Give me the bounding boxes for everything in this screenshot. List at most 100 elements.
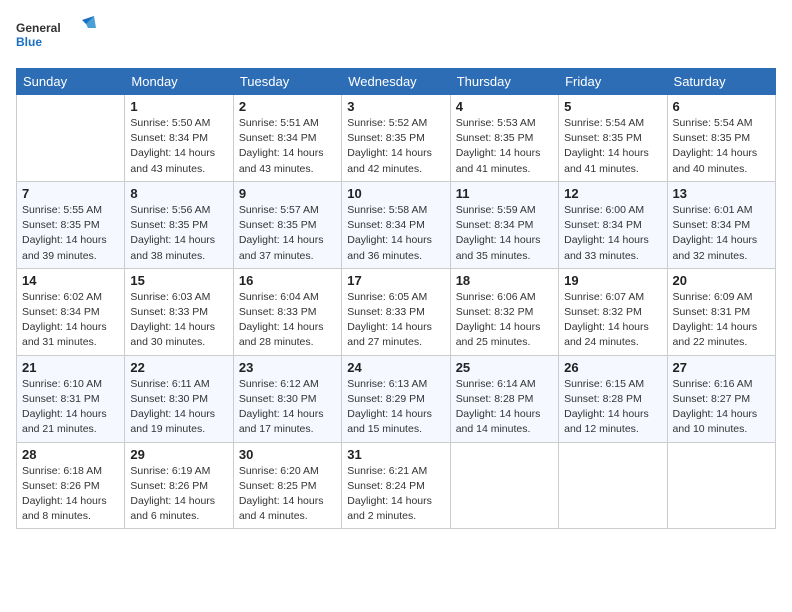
day-info: Sunrise: 6:14 AM Sunset: 8:28 PM Dayligh…: [456, 377, 553, 438]
day-number: 18: [456, 273, 553, 288]
calendar-cell: 13 Sunrise: 6:01 AM Sunset: 8:34 PM Dayli…: [667, 181, 775, 268]
day-number: 31: [347, 447, 444, 462]
day-info: Sunrise: 6:11 AM Sunset: 8:30 PM Dayligh…: [130, 377, 227, 438]
day-info: Sunrise: 6:19 AM Sunset: 8:26 PM Dayligh…: [130, 464, 227, 525]
day-number: 7: [22, 186, 119, 201]
calendar-cell: 3 Sunrise: 5:52 AM Sunset: 8:35 PM Daylig…: [342, 95, 450, 182]
calendar-cell: 11 Sunrise: 5:59 AM Sunset: 8:34 PM Dayli…: [450, 181, 558, 268]
weekday-header-tuesday: Tuesday: [233, 69, 341, 95]
day-number: 24: [347, 360, 444, 375]
calendar-week-3: 14Sunrise: 6:02 AM Sunset: 8:34 PM Dayli…: [17, 268, 776, 355]
calendar-cell: 1Sunrise: 5:50 AM Sunset: 8:34 PM Daylig…: [125, 95, 233, 182]
day-info: Sunrise: 6:04 AM Sunset: 8:33 PM Dayligh…: [239, 290, 336, 351]
calendar-cell: 24 Sunrise: 6:13 AM Sunset: 8:29 PM Dayli…: [342, 355, 450, 442]
svg-text:Blue: Blue: [16, 35, 42, 49]
day-number: 23: [239, 360, 336, 375]
weekday-header-sunday: Sunday: [17, 69, 125, 95]
day-info: Sunrise: 6:01 AM Sunset: 8:34 PM Dayligh…: [673, 203, 770, 264]
day-info: Sunrise: 5:56 AM Sunset: 8:35 PM Dayligh…: [130, 203, 227, 264]
calendar-cell: 23 Sunrise: 6:12 AM Sunset: 8:30 PM Dayli…: [233, 355, 341, 442]
logo: General Blue: [16, 16, 96, 56]
day-info: Sunrise: 6:02 AM Sunset: 8:34 PM Dayligh…: [22, 290, 119, 351]
day-info: Sunrise: 5:59 AM Sunset: 8:34 PM Dayligh…: [456, 203, 553, 264]
day-number: 4: [456, 99, 553, 114]
calendar-cell: 22 Sunrise: 6:11 AM Sunset: 8:30 PM Dayli…: [125, 355, 233, 442]
day-number: 16: [239, 273, 336, 288]
day-info: Sunrise: 5:54 AM Sunset: 8:35 PM Dayligh…: [564, 116, 661, 177]
day-number: 6: [673, 99, 770, 114]
day-info: Sunrise: 6:21 AM Sunset: 8:24 PM Dayligh…: [347, 464, 444, 525]
day-info: Sunrise: 6:18 AM Sunset: 8:26 PM Dayligh…: [22, 464, 119, 525]
calendar-cell: 21 Sunrise: 6:10 AM Sunset: 8:31 PM Dayli…: [17, 355, 125, 442]
day-info: Sunrise: 6:12 AM Sunset: 8:30 PM Dayligh…: [239, 377, 336, 438]
day-info: Sunrise: 5:54 AM Sunset: 8:35 PM Dayligh…: [673, 116, 770, 177]
logo-icon: General Blue: [16, 16, 96, 56]
day-info: Sunrise: 5:52 AM Sunset: 8:35 PM Dayligh…: [347, 116, 444, 177]
day-info: Sunrise: 6:09 AM Sunset: 8:31 PM Dayligh…: [673, 290, 770, 351]
calendar-cell: 31 Sunrise: 6:21 AM Sunset: 8:24 PM Dayli…: [342, 442, 450, 529]
day-number: 11: [456, 186, 553, 201]
day-info: Sunrise: 6:07 AM Sunset: 8:32 PM Dayligh…: [564, 290, 661, 351]
day-number: 8: [130, 186, 227, 201]
weekday-header-wednesday: Wednesday: [342, 69, 450, 95]
calendar-cell: 15 Sunrise: 6:03 AM Sunset: 8:33 PM Dayli…: [125, 268, 233, 355]
day-number: 3: [347, 99, 444, 114]
calendar-cell: 9 Sunrise: 5:57 AM Sunset: 8:35 PM Daylig…: [233, 181, 341, 268]
day-number: 20: [673, 273, 770, 288]
calendar-cell: 20 Sunrise: 6:09 AM Sunset: 8:31 PM Dayli…: [667, 268, 775, 355]
calendar-week-5: 28 Sunrise: 6:18 AM Sunset: 8:26 PM Dayli…: [17, 442, 776, 529]
calendar-week-4: 21 Sunrise: 6:10 AM Sunset: 8:31 PM Dayli…: [17, 355, 776, 442]
calendar-cell: 6 Sunrise: 5:54 AM Sunset: 8:35 PM Daylig…: [667, 95, 775, 182]
day-info: Sunrise: 6:15 AM Sunset: 8:28 PM Dayligh…: [564, 377, 661, 438]
calendar-cell: [17, 95, 125, 182]
calendar-cell: 12Sunrise: 6:00 AM Sunset: 8:34 PM Dayli…: [559, 181, 667, 268]
weekday-header-saturday: Saturday: [667, 69, 775, 95]
day-number: 17: [347, 273, 444, 288]
day-number: 27: [673, 360, 770, 375]
weekday-header-thursday: Thursday: [450, 69, 558, 95]
day-info: Sunrise: 5:57 AM Sunset: 8:35 PM Dayligh…: [239, 203, 336, 264]
page-header: General Blue: [16, 16, 776, 56]
day-number: 5: [564, 99, 661, 114]
calendar-cell: 27Sunrise: 6:16 AM Sunset: 8:27 PM Dayli…: [667, 355, 775, 442]
day-info: Sunrise: 5:51 AM Sunset: 8:34 PM Dayligh…: [239, 116, 336, 177]
day-info: Sunrise: 5:53 AM Sunset: 8:35 PM Dayligh…: [456, 116, 553, 177]
day-info: Sunrise: 5:58 AM Sunset: 8:34 PM Dayligh…: [347, 203, 444, 264]
calendar-cell: 17 Sunrise: 6:05 AM Sunset: 8:33 PM Dayli…: [342, 268, 450, 355]
calendar-cell: [559, 442, 667, 529]
calendar-cell: 2Sunrise: 5:51 AM Sunset: 8:34 PM Daylig…: [233, 95, 341, 182]
day-number: 30: [239, 447, 336, 462]
day-info: Sunrise: 5:50 AM Sunset: 8:34 PM Dayligh…: [130, 116, 227, 177]
calendar-cell: 4 Sunrise: 5:53 AM Sunset: 8:35 PM Daylig…: [450, 95, 558, 182]
calendar-cell: 7 Sunrise: 5:55 AM Sunset: 8:35 PM Daylig…: [17, 181, 125, 268]
day-number: 13: [673, 186, 770, 201]
day-info: Sunrise: 6:13 AM Sunset: 8:29 PM Dayligh…: [347, 377, 444, 438]
calendar-week-1: 1Sunrise: 5:50 AM Sunset: 8:34 PM Daylig…: [17, 95, 776, 182]
calendar-cell: 30 Sunrise: 6:20 AM Sunset: 8:25 PM Dayli…: [233, 442, 341, 529]
day-number: 21: [22, 360, 119, 375]
calendar-cell: 10Sunrise: 5:58 AM Sunset: 8:34 PM Dayli…: [342, 181, 450, 268]
calendar-table: SundayMondayTuesdayWednesdayThursdayFrid…: [16, 68, 776, 529]
day-number: 9: [239, 186, 336, 201]
day-number: 26: [564, 360, 661, 375]
day-info: Sunrise: 6:20 AM Sunset: 8:25 PM Dayligh…: [239, 464, 336, 525]
day-number: 22: [130, 360, 227, 375]
weekday-header-monday: Monday: [125, 69, 233, 95]
weekday-header-friday: Friday: [559, 69, 667, 95]
weekday-header-row: SundayMondayTuesdayWednesdayThursdayFrid…: [17, 69, 776, 95]
day-number: 29: [130, 447, 227, 462]
calendar-cell: [667, 442, 775, 529]
day-info: Sunrise: 6:05 AM Sunset: 8:33 PM Dayligh…: [347, 290, 444, 351]
svg-text:General: General: [16, 21, 61, 35]
calendar-cell: 8 Sunrise: 5:56 AM Sunset: 8:35 PM Daylig…: [125, 181, 233, 268]
day-number: 12: [564, 186, 661, 201]
day-number: 15: [130, 273, 227, 288]
day-info: Sunrise: 5:55 AM Sunset: 8:35 PM Dayligh…: [22, 203, 119, 264]
day-info: Sunrise: 6:06 AM Sunset: 8:32 PM Dayligh…: [456, 290, 553, 351]
calendar-week-2: 7 Sunrise: 5:55 AM Sunset: 8:35 PM Daylig…: [17, 181, 776, 268]
day-number: 28: [22, 447, 119, 462]
calendar-cell: 14Sunrise: 6:02 AM Sunset: 8:34 PM Dayli…: [17, 268, 125, 355]
day-info: Sunrise: 6:10 AM Sunset: 8:31 PM Dayligh…: [22, 377, 119, 438]
calendar-cell: 25Sunrise: 6:14 AM Sunset: 8:28 PM Dayli…: [450, 355, 558, 442]
day-info: Sunrise: 6:03 AM Sunset: 8:33 PM Dayligh…: [130, 290, 227, 351]
